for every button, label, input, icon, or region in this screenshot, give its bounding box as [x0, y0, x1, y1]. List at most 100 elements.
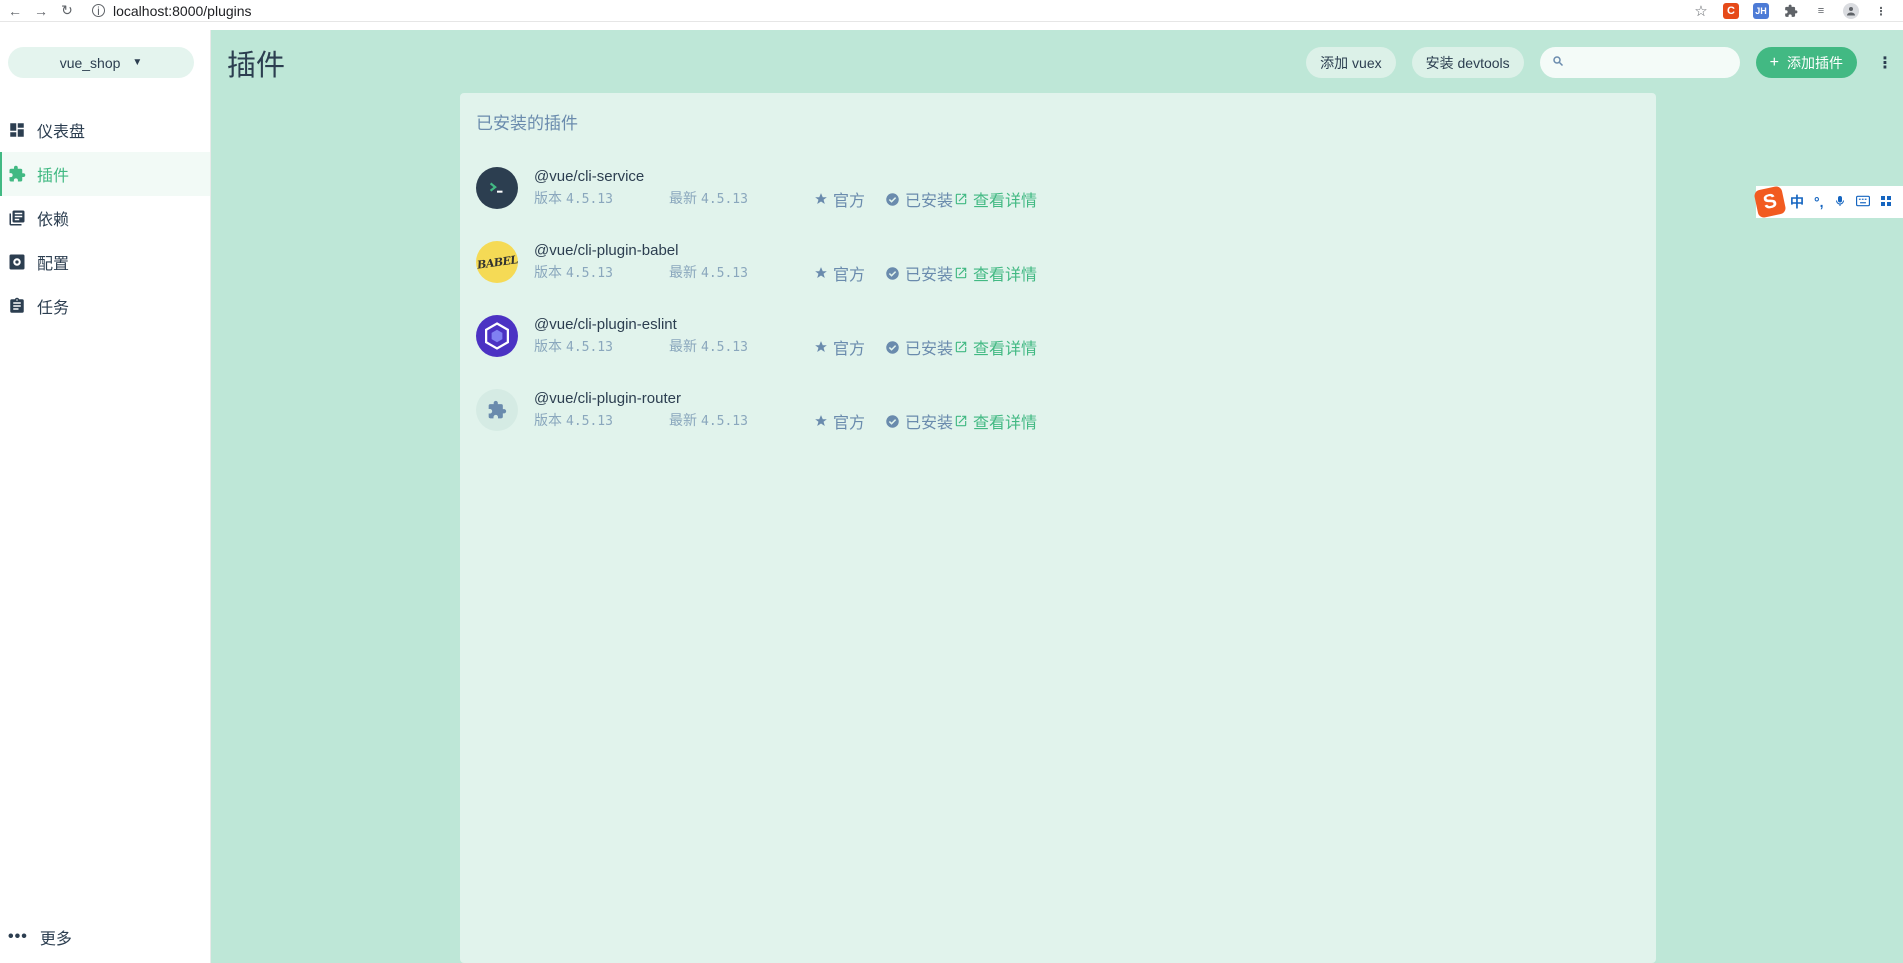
star-icon [815, 341, 827, 352]
sidebar-item-dependencies[interactable]: 依赖 [0, 196, 210, 240]
installed-badge: 已安装 [885, 335, 953, 359]
project-selector[interactable]: vue_shop ▼ [8, 47, 194, 78]
open-in-new-icon [955, 193, 967, 205]
search-box[interactable] [1539, 47, 1740, 78]
open-in-new-icon [955, 267, 967, 279]
version-label: 版本 [534, 264, 562, 280]
latest-label: 最新 [669, 338, 697, 354]
ime-toolbar[interactable]: S 中 °, [1753, 185, 1903, 219]
address-bar[interactable]: i localhost:8000/plugins [92, 0, 1692, 22]
sidebar-item-tasks[interactable]: 任务 [0, 284, 210, 328]
extension-jh-icon[interactable]: JH [1753, 3, 1769, 19]
plugin-name: @vue/cli-service [534, 168, 645, 185]
official-badge: 官方 [814, 409, 865, 433]
installed-badge: 已安装 [885, 187, 953, 211]
ime-chinese-mode[interactable]: 中 [1790, 192, 1804, 212]
view-details-link[interactable]: 查看详情 [954, 187, 1037, 211]
reading-list-icon[interactable]: ≡ [1813, 3, 1829, 19]
profile-avatar-icon[interactable] [1843, 3, 1859, 19]
sidebar-item-label: 插件 [37, 168, 70, 185]
more-options-icon[interactable]: ⋮ [1875, 53, 1895, 73]
details-label: 查看详情 [973, 341, 1038, 358]
browser-toolbar: ← → ↻ i localhost:8000/plugins ☆ C JH ≡ … [0, 0, 1903, 22]
latest-number: 4.5.13 [701, 340, 748, 355]
latest-label: 最新 [669, 412, 697, 428]
view-details-link[interactable]: 查看详情 [954, 335, 1037, 359]
view-details-link[interactable]: 查看详情 [954, 261, 1037, 285]
plugin-item: BABEL @vue/cli-plugin-babel 版本 4.5.13 最新 4… [475, 235, 1276, 285]
plugin-version: 版本 4.5.13 [534, 188, 613, 208]
version-number: 4.5.13 [566, 414, 613, 429]
details-label: 查看详情 [973, 267, 1038, 284]
sidebar-menu: 仪表盘 插件 依赖 配置 任务 [0, 108, 210, 328]
ime-punctuation-mode[interactable]: °, [1814, 194, 1824, 210]
view-details-link[interactable]: 查看详情 [954, 409, 1037, 433]
installed-label: 已安装 [905, 415, 954, 432]
microphone-icon[interactable] [1834, 194, 1846, 211]
panel-title: 已安装的插件 [476, 114, 578, 133]
official-label: 官方 [833, 193, 866, 210]
star-icon [815, 415, 827, 426]
plugin-version: 版本 4.5.13 [534, 262, 613, 282]
official-badge: 官方 [814, 335, 865, 359]
search-input[interactable] [1569, 54, 1730, 71]
details-label: 查看详情 [973, 193, 1038, 210]
check-circle-icon [886, 266, 899, 280]
latest-number: 4.5.13 [701, 266, 748, 281]
details-label: 查看详情 [973, 415, 1038, 432]
sogou-logo-icon: S [1753, 185, 1787, 219]
reload-icon[interactable]: ↻ [56, 0, 78, 22]
puzzle-icon [8, 165, 26, 183]
project-name: vue_shop [59, 54, 121, 71]
sidebar-item-dashboard[interactable]: 仪表盘 [0, 108, 210, 152]
sidebar-item-label: 配置 [37, 256, 70, 273]
check-circle-icon [886, 192, 899, 206]
forward-icon[interactable]: → [30, 0, 52, 22]
sidebar-item-plugins[interactable]: 插件 [0, 152, 210, 196]
star-icon [815, 193, 827, 204]
plugin-latest: 最新 4.5.13 [669, 410, 748, 430]
puzzle-logo [476, 389, 518, 431]
official-label: 官方 [833, 267, 866, 284]
extension-c-icon[interactable]: C [1723, 3, 1739, 19]
star-icon [815, 267, 827, 278]
add-vuex-button[interactable]: 添加 vuex [1306, 47, 1396, 78]
official-label: 官方 [833, 341, 866, 358]
back-icon[interactable]: ← [4, 0, 26, 22]
latest-label: 最新 [669, 190, 697, 206]
version-label: 版本 [534, 412, 562, 428]
site-info-icon[interactable]: i [92, 4, 105, 18]
plugin-latest: 最新 4.5.13 [669, 262, 748, 282]
plugin-name: @vue/cli-plugin-eslint [534, 316, 677, 333]
version-number: 4.5.13 [566, 192, 613, 207]
plugin-name: @vue/cli-plugin-babel [534, 242, 679, 259]
version-label: 版本 [534, 190, 562, 206]
sidebar-item-configuration[interactable]: 配置 [0, 240, 210, 284]
version-number: 4.5.13 [566, 340, 613, 355]
install-devtools-button[interactable]: 安装 devtools [1411, 47, 1524, 78]
sidebar: vue_shop ▼ 仪表盘 插件 依赖 配置 任务 ••• 更多 [0, 30, 211, 963]
check-circle-icon [886, 414, 899, 428]
babel-logo-text: BABEL [475, 252, 519, 272]
official-badge: 官方 [814, 187, 865, 211]
extensions-puzzle-icon[interactable] [1783, 3, 1799, 19]
url-text: localhost:8000/plugins [113, 2, 252, 19]
caret-down-icon: ▼ [132, 57, 143, 68]
add-plugin-button[interactable]: + 添加插件 [1755, 47, 1857, 78]
plugin-item: @vue/cli-service 版本 4.5.13 最新 4.5.13 官方 已安… [476, 161, 1276, 211]
page-title: 插件 [227, 50, 286, 82]
toolbox-grid-icon[interactable] [1880, 194, 1892, 210]
plugin-latest: 最新 4.5.13 [669, 336, 748, 356]
plugin-item: @vue/cli-plugin-eslint 版本 4.5.13 最新 4.5.13… [476, 309, 1276, 359]
installed-badge: 已安装 [885, 261, 953, 285]
plugin-item: @vue/cli-plugin-router 版本 4.5.13 最新 4.5.13… [476, 383, 1276, 433]
installed-label: 已安装 [905, 341, 954, 358]
chrome-menu-icon[interactable]: ⋮ [1873, 3, 1889, 19]
bookmark-star-icon[interactable]: ☆ [1693, 3, 1709, 20]
installed-badge: 已安装 [885, 409, 953, 433]
keyboard-icon[interactable] [1855, 194, 1870, 210]
latest-label: 最新 [669, 264, 697, 280]
check-circle-icon [886, 340, 899, 354]
more-button[interactable]: ••• 更多 [8, 925, 72, 949]
dashboard-icon [8, 121, 26, 139]
